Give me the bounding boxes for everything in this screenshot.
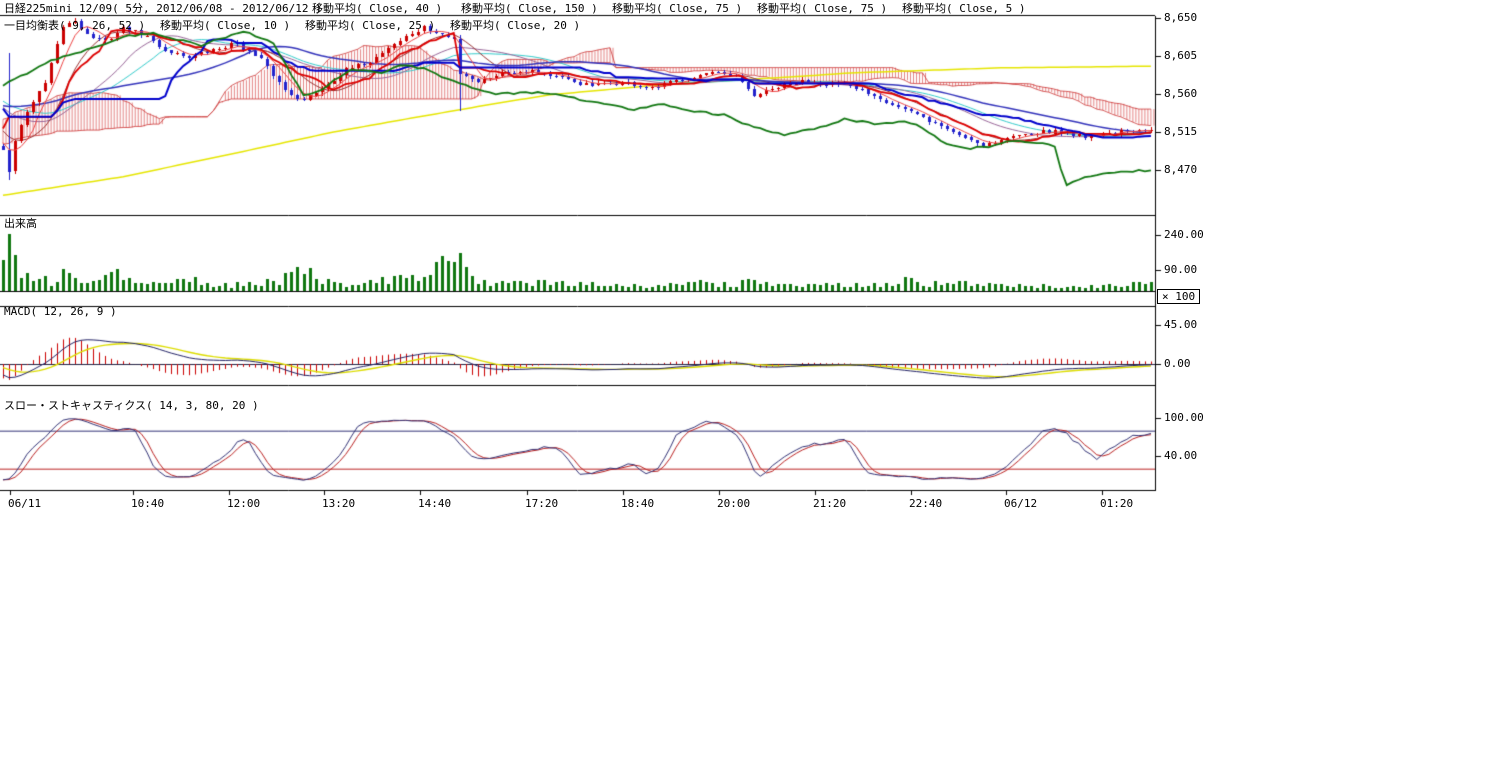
x-tick-1720: 17:20 (525, 497, 558, 510)
legend-ma10: 移動平均( Close, 10 ) (160, 19, 290, 32)
x-tick-1200: 12:00 (227, 497, 260, 510)
stoch-tick-40: 40.00 (1164, 449, 1197, 462)
x-tick-1320: 13:20 (322, 497, 355, 510)
stoch-panel-label: スロー・ストキャスティクス( 14, 3, 80, 20 ) (4, 399, 259, 412)
macd-panel-label: MACD( 12, 26, 9 ) (4, 305, 117, 318)
macd-tick-45: 45.00 (1164, 318, 1197, 331)
price-tick-8650: 8,650 (1164, 11, 1197, 24)
chart-canvas (0, 0, 1210, 520)
price-tick-8470: 8,470 (1164, 163, 1197, 176)
price-tick-8515: 8,515 (1164, 125, 1197, 138)
chart-screen: 日経225mini 12/09( 5分, 2012/06/08 - 2012/0… (0, 0, 1492, 768)
legend-ma75-a: 移動平均( Close, 75 ) (612, 2, 742, 15)
legend-ichimoku: 一目均衡表( 9, 26, 52 ) (4, 19, 145, 32)
volume-tick-90: 90.00 (1164, 263, 1197, 276)
x-tick-2000: 20:00 (717, 497, 750, 510)
volume-multiplier-badge: × 100 (1157, 289, 1200, 304)
legend-ma75-b: 移動平均( Close, 75 ) (757, 2, 887, 15)
x-tick-2120: 21:20 (813, 497, 846, 510)
legend-ma25: 移動平均( Close, 25 ) (305, 19, 435, 32)
volume-panel-label: 出来高 (4, 217, 37, 230)
x-tick-1440: 14:40 (418, 497, 451, 510)
legend-instrument: 日経225mini 12/09( 5分, 2012/06/08 - 2012/0… (4, 2, 322, 15)
x-tick-2240: 22:40 (909, 497, 942, 510)
macd-tick-0: 0.00 (1164, 357, 1191, 370)
x-tick-0120: 01:20 (1100, 497, 1133, 510)
x-tick-0611: 06/11 (8, 497, 41, 510)
legend-ma40: 移動平均( Close, 40 ) (312, 2, 442, 15)
price-tick-8560: 8,560 (1164, 87, 1197, 100)
x-tick-1040: 10:40 (131, 497, 164, 510)
legend-ma5: 移動平均( Close, 5 ) (902, 2, 1025, 15)
volume-tick-240: 240.00 (1164, 228, 1204, 241)
x-tick-0612: 06/12 (1004, 497, 1037, 510)
x-tick-1840: 18:40 (621, 497, 654, 510)
stoch-tick-100: 100.00 (1164, 411, 1204, 424)
price-tick-8605: 8,605 (1164, 49, 1197, 62)
legend-ma20: 移動平均( Close, 20 ) (450, 19, 580, 32)
legend-ma150: 移動平均( Close, 150 ) (461, 2, 598, 15)
